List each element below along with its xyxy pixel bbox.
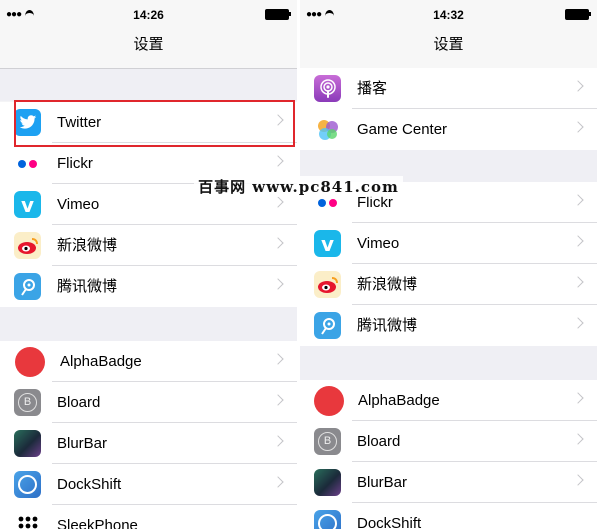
chevron-right-icon	[272, 435, 284, 447]
page-title: 设置	[133, 36, 164, 53]
settings-row-dockshift[interactable]: DockShift	[300, 503, 597, 529]
vimeo-icon: v	[314, 230, 341, 257]
settings-row-blurbar[interactable]: BlurBar	[0, 423, 297, 464]
settings-row-weibo[interactable]: 新浪微博	[300, 264, 597, 305]
chevron-right-icon	[572, 276, 584, 288]
chevron-right-icon	[272, 394, 284, 406]
alphabadge-icon	[15, 347, 45, 377]
row-label: Vimeo	[357, 235, 400, 252]
row-label: DockShift	[57, 476, 122, 493]
settings-row-sleekphone[interactable]: SleekPhone	[0, 505, 297, 529]
right-screenshot: ●●● 14:32 设置 播客 Game Center Flickr v Vim…	[300, 0, 597, 529]
settings-row-bloard[interactable]: B Bloard	[0, 382, 297, 423]
status-time: 14:26	[133, 8, 164, 22]
settings-row-tencent-weibo[interactable]: 腾讯微博	[300, 305, 597, 346]
status-bar: ●●● 14:26	[0, 0, 297, 26]
chevron-right-icon	[572, 433, 584, 445]
row-label: Bloard	[357, 433, 401, 450]
row-label: BlurBar	[357, 474, 408, 491]
chevron-right-icon	[272, 476, 284, 488]
settings-row-weibo[interactable]: 新浪微博	[0, 225, 297, 266]
left-screenshot: ●●● 14:26 设置 Twitter Flickr v Vimeo 新浪微博…	[0, 0, 297, 529]
settings-row-alphabadge[interactable]: AlphaBadge	[0, 341, 297, 382]
chevron-right-icon	[272, 278, 284, 290]
row-label: BlurBar	[57, 435, 108, 452]
chevron-right-icon	[572, 80, 584, 92]
row-label: SleekPhone	[57, 517, 138, 529]
chevron-right-icon	[572, 317, 584, 329]
game-center-icon	[314, 116, 341, 143]
chevron-right-icon	[272, 237, 284, 249]
watermark: 百事网 www.pc841.com	[0, 176, 597, 197]
row-label: 腾讯微博	[57, 278, 118, 295]
nav-bar: 设置	[300, 26, 597, 69]
weibo-icon	[14, 232, 41, 259]
blurbar-icon	[314, 469, 341, 496]
settings-row-vimeo[interactable]: v Vimeo	[300, 223, 597, 264]
battery-icon	[265, 9, 291, 20]
status-time: 14:32	[433, 8, 464, 22]
chevron-right-icon	[572, 121, 584, 133]
tencent-weibo-icon	[14, 273, 41, 300]
row-label: Game Center	[357, 121, 448, 138]
watermark-text: 百事网 www.pc841.com	[194, 176, 403, 197]
section-gap	[0, 69, 297, 101]
row-label: 新浪微博	[57, 237, 118, 254]
settings-row-tencent-weibo[interactable]: 腾讯微博	[0, 266, 297, 307]
nav-bar: 设置	[0, 26, 297, 69]
row-label: 腾讯微博	[357, 317, 418, 334]
flickr-icon	[14, 150, 41, 177]
tencent-weibo-icon	[314, 312, 341, 339]
bloard-icon: B	[314, 428, 341, 455]
bloard-icon: B	[14, 389, 41, 416]
row-label: 新浪微博	[357, 276, 418, 293]
battery-icon	[565, 9, 591, 20]
settings-row-game-center[interactable]: Game Center	[300, 109, 597, 150]
page-title: 设置	[433, 36, 464, 53]
section-gap	[0, 307, 297, 341]
settings-row-dockshift[interactable]: DockShift	[0, 464, 297, 505]
settings-row-podcasts[interactable]: 播客	[300, 68, 597, 109]
row-label: AlphaBadge	[60, 353, 142, 370]
chevron-right-icon	[572, 474, 584, 486]
twitter-highlight-box	[14, 100, 295, 147]
sleekphone-icon	[14, 512, 41, 529]
status-bar: ●●● 14:32	[300, 0, 597, 26]
chevron-right-icon	[572, 235, 584, 247]
settings-row-alphabadge[interactable]: AlphaBadge	[300, 380, 597, 421]
row-label: DockShift	[357, 515, 422, 529]
chevron-right-icon	[272, 353, 284, 365]
chevron-right-icon	[272, 196, 284, 208]
section-gap	[300, 346, 597, 380]
settings-row-bloard[interactable]: B Bloard	[300, 421, 597, 462]
row-label: Bloard	[57, 394, 101, 411]
settings-row-blurbar[interactable]: BlurBar	[300, 462, 597, 503]
blurbar-icon	[14, 430, 41, 457]
chevron-right-icon	[572, 392, 584, 404]
row-label: 播客	[357, 80, 388, 97]
row-label: AlphaBadge	[358, 392, 440, 409]
dockshift-icon	[314, 510, 341, 529]
chevron-right-icon	[272, 155, 284, 167]
weibo-icon	[314, 271, 341, 298]
alphabadge-icon	[314, 386, 344, 416]
dockshift-icon	[14, 471, 41, 498]
podcasts-icon	[314, 75, 341, 102]
